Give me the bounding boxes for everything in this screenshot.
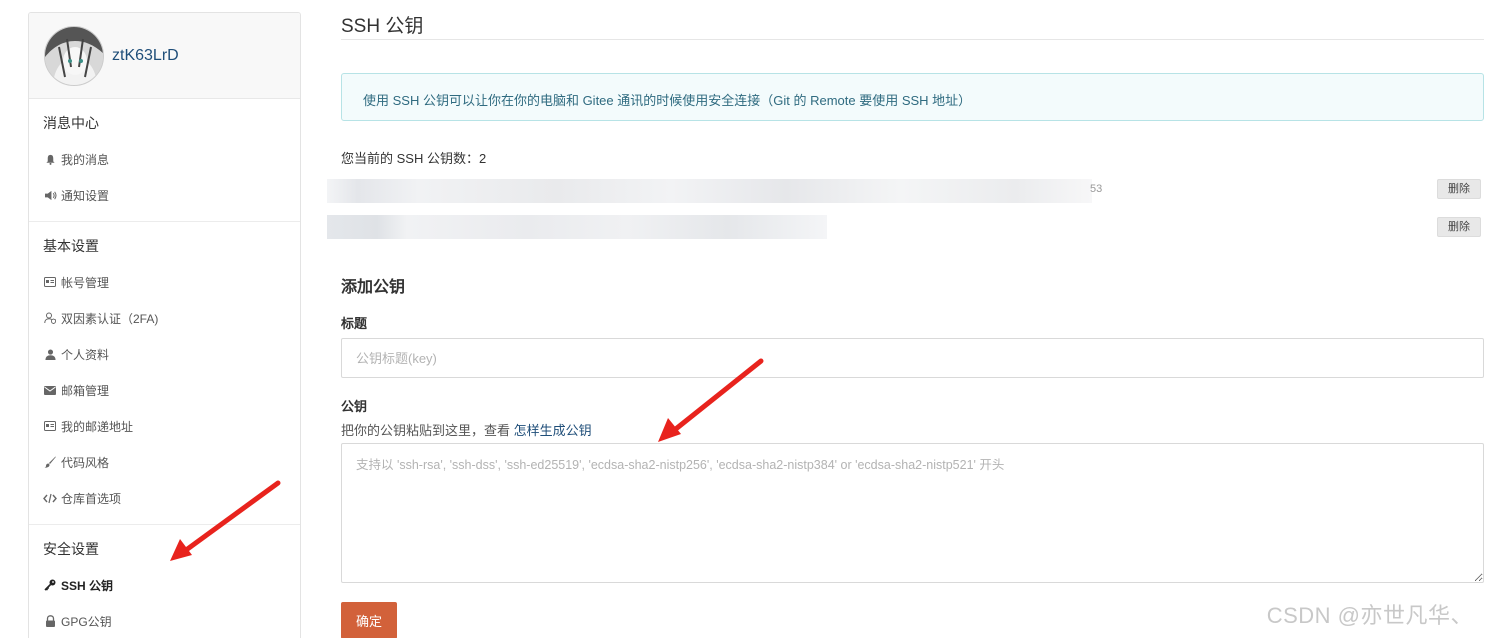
sidebar-item-ssh-keys[interactable]: SSH 公钥 xyxy=(29,567,300,603)
sidebar-item-profile[interactable]: 个人资料 xyxy=(29,336,300,372)
lock-icon xyxy=(43,614,57,628)
sidebar-item-email[interactable]: 邮箱管理 xyxy=(29,372,300,408)
arrow-annotation-icon xyxy=(658,358,764,442)
code-icon xyxy=(43,491,57,505)
how-to-generate-key-link[interactable]: 怎样生成公钥 xyxy=(514,423,592,438)
page-title: SSH 公钥 xyxy=(341,0,1484,40)
key-hint: 把你的公钥粘贴到这里，查看 怎样生成公钥 xyxy=(341,420,1484,439)
public-key-textarea[interactable] xyxy=(341,443,1484,583)
key-suffix: 53 xyxy=(1090,183,1103,195)
key-count-value: 2 xyxy=(478,151,487,166)
key-icon xyxy=(43,578,57,592)
arrow-annotation-icon xyxy=(170,480,281,561)
main-content: SSH 公钥 使用 SSH 公钥可以让你在你的电脑和 Gitee 通讯的时候使用… xyxy=(327,0,1484,638)
sidebar-item-address[interactable]: 我的邮递地址 xyxy=(29,408,300,444)
section-title: 消息中心 xyxy=(43,115,99,131)
sidebar-item-my-messages[interactable]: 我的消息 xyxy=(29,141,300,177)
sidebar-item-label: 个人资料 xyxy=(61,347,110,362)
bell-icon xyxy=(43,152,57,166)
sidebar-item-label: 代码风格 xyxy=(61,455,110,470)
sidebar-item-label: GPG公钥 xyxy=(61,614,112,629)
section-title: 基本设置 xyxy=(43,238,99,254)
key-count: 您当前的 SSH 公钥数：2 xyxy=(341,148,1484,167)
user-icon xyxy=(43,347,57,361)
confirm-button[interactable]: 确定 xyxy=(341,602,397,638)
sidebar-item-notification-settings[interactable]: 通知设置 xyxy=(29,177,300,213)
redacted-key-blur xyxy=(327,179,1092,203)
key-row: 删除 xyxy=(327,211,1484,247)
sidebar-item-label: 仓库首选项 xyxy=(61,491,122,506)
delete-key-button[interactable]: 删除 xyxy=(1437,179,1481,199)
key-count-label: 您当前的 SSH 公钥数： xyxy=(341,151,479,166)
redacted-key-blur xyxy=(327,215,827,239)
sidebar-item-label: SSH 公钥 xyxy=(61,578,114,593)
key-hint-text: 把你的公钥粘贴到这里，查看 xyxy=(341,423,514,438)
info-message: 使用 SSH 公钥可以让你在你的电脑和 Gitee 通讯的时候使用安全连接（Gi… xyxy=(341,73,1484,121)
address-card-icon xyxy=(43,419,57,433)
envelope-icon xyxy=(43,383,57,397)
sidebar-item-label: 双因素认证（2FA) xyxy=(61,311,159,326)
brush-icon xyxy=(43,455,57,469)
sidebar-item-label: 通知设置 xyxy=(61,188,110,203)
sidebar-item-gpg-keys[interactable]: GPG公钥 xyxy=(29,603,300,638)
speaker-icon xyxy=(43,188,57,202)
sidebar-item-label: 我的邮递地址 xyxy=(61,419,134,434)
sidebar-item-account[interactable]: 帐号管理 xyxy=(29,264,300,300)
avatar[interactable] xyxy=(44,25,104,86)
watermark: CSDN @亦世凡华、 xyxy=(1266,603,1473,628)
sidebar-item-label: 帐号管理 xyxy=(61,275,110,290)
key-title-input[interactable] xyxy=(341,338,1484,378)
sidebar-item-label: 邮箱管理 xyxy=(61,383,110,398)
key-label: 公钥 xyxy=(341,399,368,414)
title-label: 标题 xyxy=(341,316,368,331)
sidebar-item-2fa[interactable]: 双因素认证（2FA) xyxy=(29,300,300,336)
delete-key-button[interactable]: 删除 xyxy=(1437,217,1481,237)
section-message-center: 消息中心 我的消息 通知设置 xyxy=(29,99,300,222)
username[interactable]: ztK63LrD xyxy=(112,47,179,65)
add-key-heading: 添加公钥 xyxy=(341,279,406,296)
profile-header: ztK63LrD xyxy=(29,13,300,99)
id-card-icon xyxy=(43,275,57,289)
sidebar-item-label: 我的消息 xyxy=(61,152,110,167)
key-row: 53 删除 xyxy=(327,175,1484,211)
user-shield-icon xyxy=(43,311,57,325)
